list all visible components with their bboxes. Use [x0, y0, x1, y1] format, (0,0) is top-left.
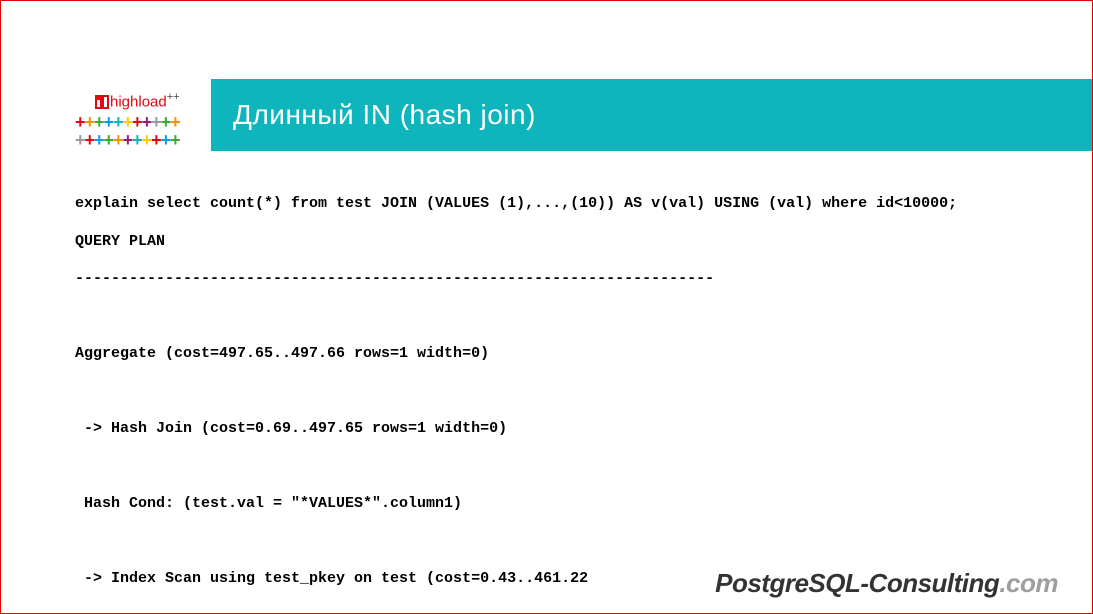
footer-brand: PostgreSQL-Consulting.com [715, 568, 1058, 599]
decorative-plus-row-2: +++++++++++ [75, 133, 205, 147]
query-plan-code: explain select count(*) from test JOIN (… [75, 185, 1032, 593]
logo-block: highload++ +++++++++++ +++++++++++ [75, 91, 205, 146]
slide-header: Длинный IN (hash join) [211, 79, 1092, 151]
highload-icon [95, 95, 109, 109]
content-area: explain select count(*) from test JOIN (… [75, 185, 1032, 593]
brand-tld: .com [999, 568, 1058, 598]
highload-logo: highload++ [95, 91, 205, 111]
brand-dash: - [860, 568, 868, 598]
brand-consulting: Consulting [869, 568, 1000, 598]
slide-title: Длинный IN (hash join) [233, 99, 536, 131]
highload-text: highload [110, 94, 167, 111]
decorative-plus-row-1: +++++++++++ [75, 115, 205, 129]
highload-superscript: ++ [167, 91, 180, 103]
brand-postgresql: PostgreSQL [715, 568, 860, 598]
